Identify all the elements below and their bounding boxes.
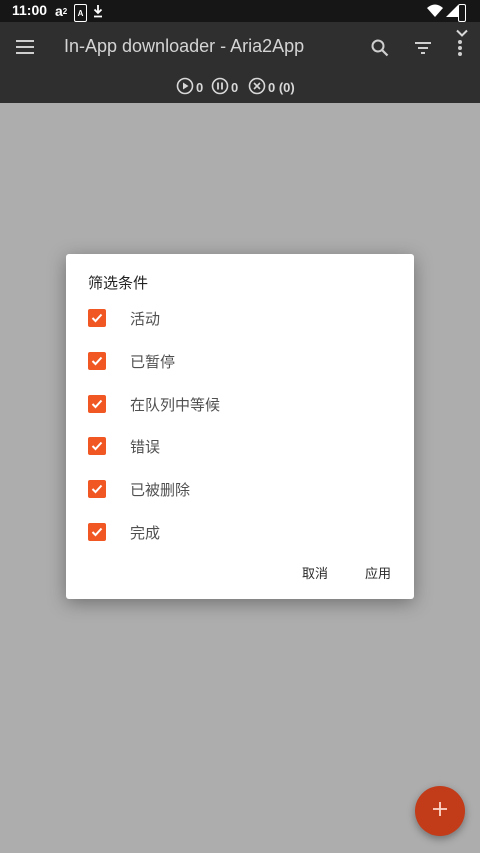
- app-bar: In-App downloader - Aria2App 0 0 0 (0): [0, 22, 480, 103]
- checkbox-checked-icon[interactable]: [88, 480, 106, 498]
- filter-option-label: 错误: [130, 437, 161, 456]
- error-counter: 0 (0): [248, 76, 295, 98]
- filter-option-label: 在队列中等候: [130, 395, 221, 414]
- download-icon: [92, 2, 104, 20]
- menu-icon[interactable]: [14, 36, 36, 58]
- checkbox-checked-icon[interactable]: [88, 309, 106, 327]
- pause-circle-icon: [211, 77, 229, 98]
- filter-option-waiting[interactable]: 在队列中等候: [88, 389, 388, 419]
- status-time: 11:00: [12, 2, 48, 18]
- apply-button[interactable]: 应用: [365, 564, 391, 586]
- wifi-icon: [427, 2, 443, 20]
- a2-app-icon: a2: [55, 3, 68, 19]
- plus-icon: [431, 800, 449, 822]
- checkbox-checked-icon[interactable]: [88, 523, 106, 541]
- filter-option-label: 完成: [130, 523, 161, 542]
- filter-dialog: 筛选条件 活动 已暂停 在队列中等候 错误 已被删除 完成 取消 应用: [66, 254, 414, 599]
- dialog-title: 筛选条件: [88, 274, 149, 292]
- download-counters: 0 0 0 (0): [0, 76, 480, 98]
- battery-icon: [458, 4, 466, 22]
- filter-option-error[interactable]: 错误: [88, 431, 388, 461]
- checkbox-checked-icon[interactable]: [88, 352, 106, 370]
- active-counter: 0: [176, 76, 203, 98]
- cancel-circle-icon: [248, 77, 266, 98]
- a-box-icon: A: [74, 4, 87, 22]
- add-download-button[interactable]: [415, 786, 465, 836]
- filter-option-removed[interactable]: 已被删除: [88, 474, 388, 504]
- play-circle-icon: [176, 77, 194, 98]
- chevron-down-icon[interactable]: [453, 25, 471, 41]
- filter-option-active[interactable]: 活动: [88, 303, 388, 333]
- filter-option-label: 已被删除: [130, 480, 191, 499]
- status-bar: 11:00 a2 A: [0, 0, 480, 22]
- filter-icon[interactable]: [410, 35, 436, 61]
- filter-option-paused[interactable]: 已暂停: [88, 346, 388, 376]
- filter-option-label: 已暂停: [130, 352, 176, 371]
- filter-option-label: 活动: [130, 309, 161, 328]
- signal-icon: [446, 2, 458, 20]
- search-icon[interactable]: [367, 35, 393, 61]
- filter-option-complete[interactable]: 完成: [88, 517, 388, 547]
- checkbox-checked-icon[interactable]: [88, 395, 106, 413]
- checkbox-checked-icon[interactable]: [88, 437, 106, 455]
- paused-counter: 0: [211, 76, 238, 98]
- cancel-button[interactable]: 取消: [302, 564, 328, 586]
- app-title: In-App downloader - Aria2App: [64, 36, 305, 56]
